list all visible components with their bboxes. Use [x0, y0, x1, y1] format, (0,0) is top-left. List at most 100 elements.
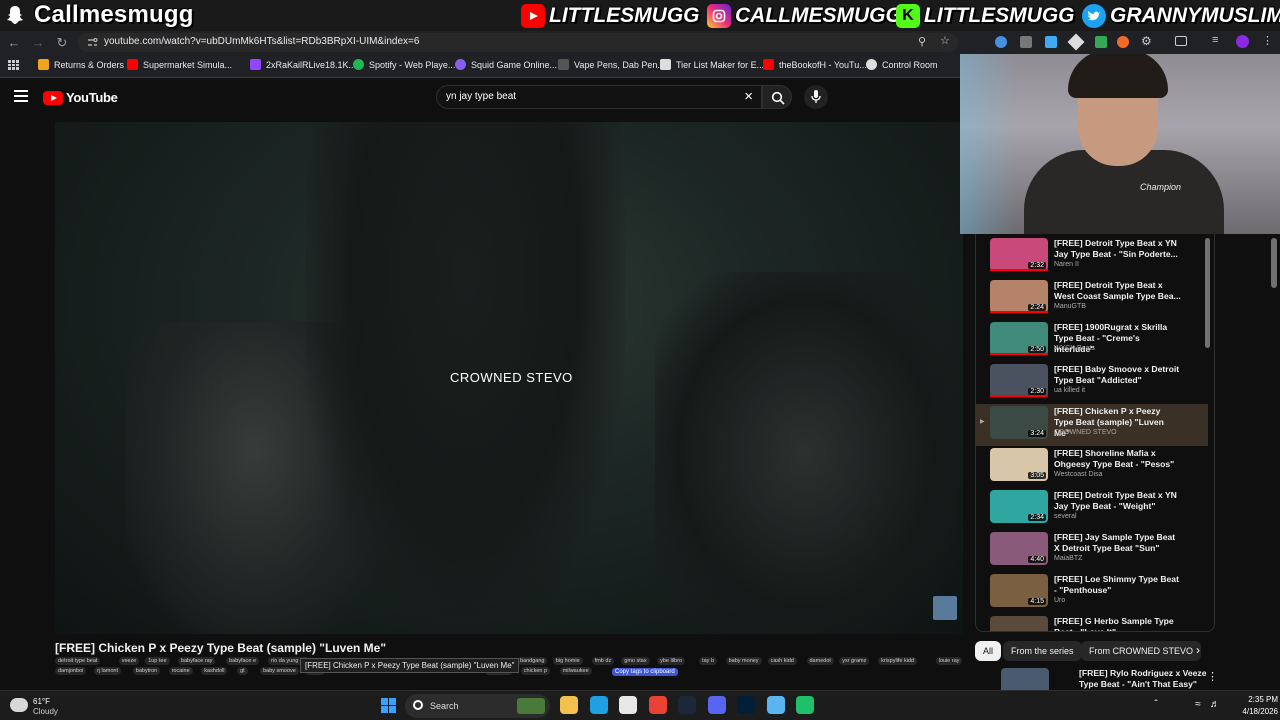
video-tag[interactable]: damjonboi [55, 667, 87, 675]
puzzle-extensions-icon[interactable]: ⚙ [1141, 34, 1152, 48]
video-tag[interactable]: detroit type beat [55, 657, 101, 665]
taskbar-search[interactable]: Search [405, 694, 550, 718]
chevron-right-icon[interactable]: › [1196, 643, 1200, 657]
steam-icon[interactable] [678, 696, 696, 714]
wifi-icon[interactable]: ≈ [1192, 699, 1204, 711]
back-arrow-icon[interactable]: ← [6, 35, 22, 51]
file-explorer-icon[interactable] [560, 696, 578, 714]
video-tag[interactable]: babyface ray [177, 657, 216, 665]
bookmark-item[interactable]: Spotify - Web Playe... [353, 59, 455, 70]
extension-icon[interactable] [1020, 36, 1032, 48]
video-tag[interactable]: baby smoove [260, 667, 299, 675]
video-thumbnail[interactable]: 2:50 [990, 322, 1048, 355]
bookmark-item[interactable]: Tier List Maker for E... [660, 59, 764, 70]
app-green-icon[interactable] [796, 696, 814, 714]
playlist-scrollbar[interactable] [1205, 234, 1211, 632]
playlist-item-channel[interactable]: Westcoast Disa [1054, 471, 1103, 478]
video-tag[interactable]: ybe lilbro [657, 657, 686, 665]
chip-from-series[interactable]: From the series [1003, 641, 1082, 661]
video-tag[interactable]: veeze [118, 657, 140, 665]
playlist-item-title[interactable]: [FREE] Jay Sample Type Beat X Detroit Ty… [1054, 532, 1182, 554]
playlist-item-title[interactable]: [FREE] Detroit Type Beat x West Coast Sa… [1054, 280, 1182, 302]
chevron-up-icon[interactable]: ˆ [1150, 699, 1162, 711]
playlist-item[interactable]: 2:50 [FREE] 1900Rugrat x Skrilla Type Bea… [976, 320, 1208, 362]
hamburger-menu-icon[interactable] [14, 90, 28, 102]
system-clock[interactable]: 2:35 PM 4/18/2026 [1228, 694, 1278, 718]
more-options-icon[interactable]: ⋮ [1207, 670, 1218, 683]
weather-widget[interactable]: 61°F Cloudy [10, 695, 90, 717]
playlist-item-title[interactable]: [FREE] G Herbo Sample Type Beat - "Love … [1054, 616, 1182, 631]
video-thumbnail[interactable]: 2:34 [990, 490, 1048, 523]
video-tag[interactable]: cash kidd [767, 657, 797, 665]
extension-icon[interactable] [995, 36, 1007, 48]
notepad-icon[interactable] [766, 696, 785, 714]
voice-search-button[interactable] [804, 85, 828, 109]
video-tag[interactable]: big homie [552, 657, 583, 665]
extension-icon[interactable] [1117, 36, 1129, 48]
bookmark-item[interactable]: Returns & Orders [38, 59, 124, 70]
video-tag[interactable]: ysr gramz [839, 657, 870, 665]
playlist-item[interactable]: 4:15 [FREE] Loe Shimmy Type Beat - "Penth… [976, 572, 1208, 614]
page-scrollbar[interactable] [1270, 234, 1278, 684]
extension-icon[interactable] [1067, 33, 1085, 51]
reload-icon[interactable]: ↻ [54, 35, 70, 51]
video-thumbnail[interactable]: 2:24 [990, 280, 1048, 313]
playlist-item-title[interactable]: [FREE] Shoreline Mafia x Ohgeesy Type Be… [1054, 448, 1182, 470]
playlist-item-channel[interactable]: several [1054, 513, 1077, 520]
kebab-menu-icon[interactable]: ⋮ [1262, 34, 1273, 47]
video-player[interactable]: CROWNED STEVO [55, 122, 963, 634]
profile-avatar[interactable] [1236, 35, 1249, 48]
bookmark-item[interactable]: Supermarket Simula... [127, 59, 232, 70]
chip-from-channel[interactable]: From CROWNED STEVO [1081, 641, 1202, 661]
video-tag[interactable]: babyface e [226, 657, 260, 665]
video-tag[interactable]: kashdoll [201, 667, 228, 675]
channel-watermark-icon[interactable] [933, 596, 957, 620]
chip-all[interactable]: All [975, 641, 1002, 661]
playlist-item-title[interactable]: [FREE] Baby Smoove x Detroit Type Beat "… [1054, 364, 1182, 386]
bookmark-item[interactable]: Vape Pens, Dab Pen... [558, 59, 665, 70]
store-icon[interactable] [619, 696, 637, 714]
playlist-item-channel[interactable]: WXCK Beats [1054, 345, 1095, 352]
playlist-item-channel[interactable]: Naren II [1054, 261, 1079, 268]
playlist-item[interactable]: 4:40 [FREE] Jay Sample Type Beat X Detroi… [976, 530, 1208, 572]
copy-tags-button[interactable]: Copy tags to clipboard [612, 668, 678, 676]
recommendation-title[interactable]: [FREE] Rylo Rodriguez x Veeze Type Beat … [1079, 668, 1209, 690]
playlist-item-channel[interactable]: MaiaBTZ [1054, 555, 1082, 562]
video-tag[interactable]: rocaine [168, 667, 193, 675]
video-tag[interactable]: krispylife kidd [878, 657, 918, 665]
edge-icon[interactable] [589, 696, 608, 714]
bookmark-item[interactable]: 2xRaKailRLive18.1K... [250, 59, 356, 70]
video-tag[interactable]: louie ray [935, 657, 963, 665]
playlist-item-title[interactable]: [FREE] Loe Shimmy Type Beat - "Penthouse… [1054, 574, 1182, 596]
media-icon[interactable] [1175, 36, 1187, 46]
playlist-item[interactable]: 2:30 [FREE] Baby Smoove x Detroit Type Be… [976, 362, 1208, 404]
apps-grid-icon[interactable] [8, 60, 19, 70]
playlist-item-channel[interactable]: ManuGTB [1054, 303, 1086, 310]
extension-icon[interactable] [1045, 36, 1057, 48]
playlist-item-channel[interactable]: CROWNED STEVO [1054, 429, 1117, 436]
playlist-item-channel[interactable]: Uro [1054, 597, 1065, 604]
photoshop-icon[interactable] [737, 696, 755, 714]
playlist-item[interactable]: 2:32 [FREE] Detroit Type Beat x YN Jay Ty… [976, 236, 1208, 278]
discord-icon[interactable] [707, 696, 726, 714]
search-button[interactable] [762, 85, 792, 109]
video-tag[interactable]: bandgang [517, 657, 548, 665]
playlist-item-title[interactable]: [FREE] Detroit Type Beat x YN Jay Type B… [1054, 490, 1182, 512]
video-tag[interactable]: chicken p [520, 667, 551, 675]
volume-icon[interactable]: ♬ [1209, 699, 1221, 711]
playlist-item[interactable]: 3:05 [FREE] Shoreline Mafia x Ohgeesy Typ… [976, 446, 1208, 488]
bookmark-item[interactable] [147, 59, 163, 70]
reading-list-icon[interactable]: ≡ [1212, 34, 1218, 46]
video-thumbnail[interactable]: 2:57 [990, 616, 1048, 631]
video-tag[interactable]: babytron [132, 667, 161, 675]
windows-start-icon[interactable] [381, 698, 397, 714]
chrome-icon[interactable] [648, 696, 667, 714]
video-tag[interactable]: gt [237, 667, 248, 675]
video-tag[interactable]: milwaukee [559, 667, 592, 675]
video-tag[interactable]: gmo stax [621, 657, 650, 665]
playlist-item-channel[interactable]: ua killed it [1054, 387, 1085, 394]
video-tag[interactable]: rj lamont [93, 667, 121, 675]
playlist-item[interactable]: 2:24 [FREE] Detroit Type Beat x West Coas… [976, 278, 1208, 320]
video-tag[interactable]: 1up tee [145, 657, 170, 665]
bookmark-item[interactable]: Squid Game Online... [455, 59, 557, 70]
